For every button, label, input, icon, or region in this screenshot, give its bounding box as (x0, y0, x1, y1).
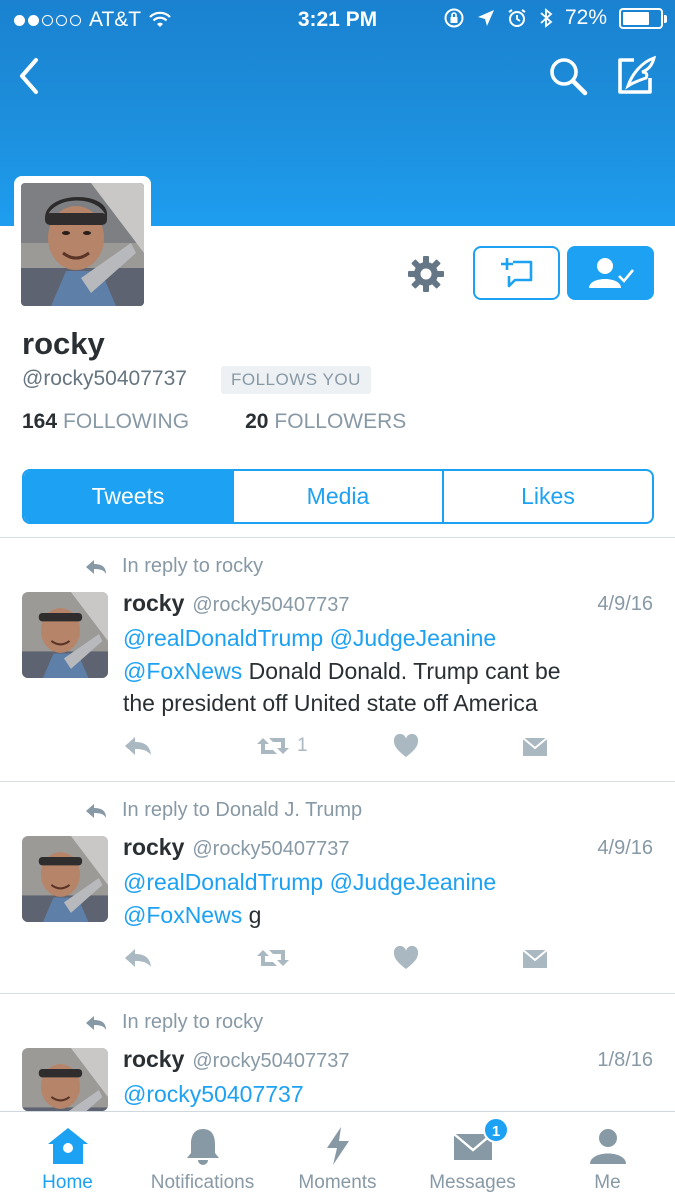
battery-fill (623, 11, 649, 25)
tweet-handle: @rocky50407737 (192, 594, 350, 616)
heart-icon (393, 946, 419, 969)
like-button[interactable] (393, 734, 419, 758)
rotation-lock-icon (444, 8, 464, 28)
tweet-author: rocky @rocky50407737 (123, 1046, 350, 1072)
alarm-icon (508, 9, 526, 27)
search-icon (550, 58, 588, 96)
retweet-button[interactable] (255, 946, 291, 970)
envelope-icon (522, 949, 548, 968)
tweet-handle: @rocky50407737 (192, 1050, 350, 1072)
reply-button[interactable] (123, 734, 153, 758)
divider (0, 537, 675, 538)
tweet-avatar[interactable] (22, 1048, 108, 1111)
reply-button[interactable] (123, 946, 153, 970)
messages-badge: 1 (483, 1117, 509, 1143)
mention-link[interactable]: @rocky50407737 (123, 1081, 304, 1107)
bluetooth-icon (540, 8, 553, 28)
compose-tweet-button[interactable] (610, 52, 660, 98)
tweet-date: 4/9/16 (597, 593, 653, 615)
bottom-tab-notifications[interactable]: Notifications (135, 1112, 270, 1200)
battery-icon (619, 7, 667, 29)
bottom-tab-me[interactable]: Me (540, 1112, 675, 1200)
retweet-icon (257, 738, 289, 754)
tweet-actions: 1 (123, 734, 563, 764)
tweet-handle: @rocky50407737 (192, 838, 350, 860)
following-button[interactable] (567, 246, 654, 300)
follows-you-badge: FOLLOWS YOU (221, 366, 371, 394)
gear-icon (408, 256, 444, 292)
back-button[interactable] (12, 54, 52, 98)
bell-icon (186, 1129, 219, 1165)
retweet-icon (257, 950, 289, 966)
envelope-icon (522, 737, 548, 756)
compose-icon (618, 55, 657, 94)
retweet-button[interactable]: 1 (255, 734, 308, 758)
avatar-photo (22, 1048, 108, 1111)
tweet-avatar[interactable] (22, 592, 108, 678)
settings-button[interactable] (404, 252, 448, 296)
home-icon (47, 1128, 88, 1164)
like-button[interactable] (393, 946, 419, 970)
reply-icon (125, 949, 151, 967)
tweet-date: 4/9/16 (597, 837, 653, 859)
direct-message-share-button[interactable] (521, 946, 549, 970)
tab-media[interactable]: Media (232, 471, 442, 522)
retweet-count: 1 (297, 735, 308, 756)
status-bar: AT&T 3:21 PM 72% (0, 0, 675, 40)
tweet-text: @rocky50407737 (123, 1078, 643, 1111)
person-icon (589, 1129, 626, 1164)
tab-likes[interactable]: Likes (442, 471, 652, 522)
lightning-icon (326, 1127, 349, 1165)
profile-stats: 164 FOLLOWING 20 FOLLOWERS (22, 410, 406, 434)
heart-icon (393, 734, 419, 757)
mention-link[interactable]: @FoxNews (123, 658, 242, 684)
location-arrow-icon (477, 10, 494, 26)
tweet-author: rocky @rocky50407737 (123, 834, 350, 860)
direct-message-share-button[interactable] (521, 734, 549, 758)
tweet-text: @realDonaldTrump @JudgeJeanine @FoxNews … (123, 869, 497, 928)
divider (0, 781, 675, 782)
tab-tweets[interactable]: Tweets (24, 471, 232, 522)
reply-arrow-icon (86, 803, 106, 818)
bottom-tab-bar: Home Notifications Moments 1 Messages Me (0, 1111, 675, 1200)
reply-context: In reply to rocky (84, 555, 263, 578)
reply-icon (125, 737, 151, 755)
bottom-tab-home[interactable]: Home (0, 1112, 135, 1200)
bottom-tab-messages[interactable]: 1 Messages (405, 1112, 540, 1200)
message-plus-icon (500, 258, 532, 288)
reply-context: In reply to Donald J. Trump (84, 799, 362, 822)
mention-link[interactable]: @realDonaldTrump @JudgeJeanine (123, 869, 496, 895)
avatar-photo (22, 592, 108, 678)
profile-tabs: Tweets Media Likes (22, 469, 654, 524)
chevron-left-icon (20, 58, 38, 94)
tweet-date: 1/8/16 (597, 1049, 653, 1071)
tweet-text: @realDonaldTrump @JudgeJeanine @FoxNews … (123, 625, 561, 716)
reply-arrow-icon (86, 559, 106, 574)
avatar-photo (21, 183, 144, 306)
reply-arrow-icon (86, 1015, 106, 1030)
person-check-icon (588, 258, 634, 288)
mention-link[interactable]: @realDonaldTrump @JudgeJeanine (123, 625, 496, 651)
search-button[interactable] (546, 54, 590, 98)
bottom-tab-moments[interactable]: Moments (270, 1112, 405, 1200)
profile-handle: @rocky50407737 (22, 367, 187, 390)
profile-avatar[interactable] (14, 176, 151, 313)
direct-message-button[interactable] (473, 246, 560, 300)
mention-link[interactable]: @FoxNews (123, 902, 242, 928)
avatar-photo (22, 836, 108, 922)
reply-context: In reply to rocky (84, 1011, 263, 1034)
profile-name: rocky (22, 326, 105, 361)
followers-stat[interactable]: 20 FOLLOWERS (245, 410, 406, 434)
battery-percent: 72% (564, 6, 607, 29)
tweet-avatar[interactable] (22, 836, 108, 922)
divider (0, 993, 675, 994)
following-stat[interactable]: 164 FOLLOWING (22, 410, 189, 434)
tweet-author: rocky @rocky50407737 (123, 590, 350, 616)
tweet-actions (123, 946, 563, 976)
